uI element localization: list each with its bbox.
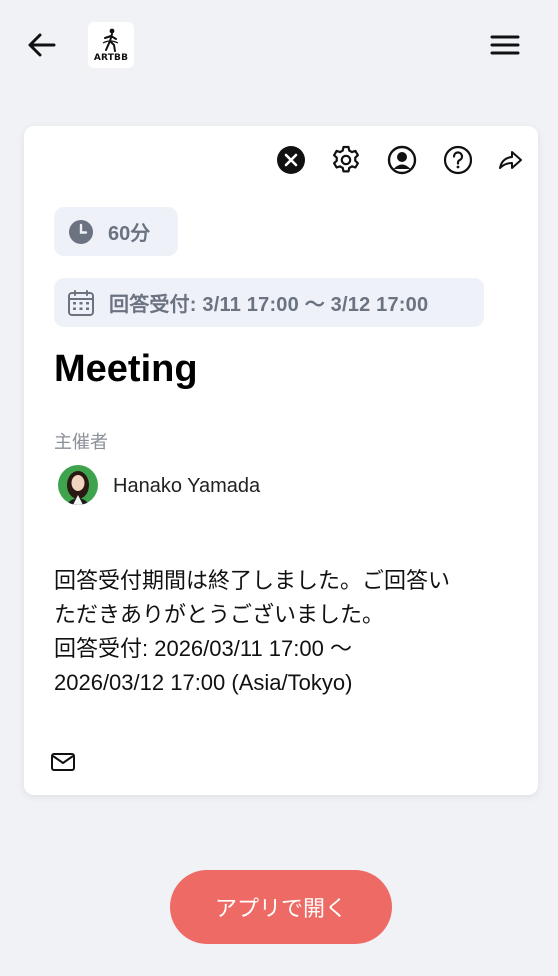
response-period-text: 回答受付: 3/11 17:00 〜 3/12 17:00 [109, 294, 429, 316]
duration-text: 60分 [108, 223, 151, 245]
organizer-name[interactable]: Hanako Yamada [113, 475, 260, 498]
logo-figure-icon [102, 28, 119, 52]
response-period-chip: 回答受付: 3/11 17:00 〜 3/12 17:00 [54, 278, 484, 327]
status-message: 回答受付期間は終了しました。ご回答い ただきありがとうございました。 回答受付:… [54, 564, 504, 700]
clock-icon [69, 219, 93, 244]
back-arrow-icon[interactable] [26, 30, 58, 60]
message-line: 回答受付: 2026/03/11 17:00 〜 [54, 636, 352, 661]
message-line: 2026/03/12 17:00 (Asia/Tokyo) [54, 670, 353, 695]
mail-icon[interactable] [50, 750, 76, 774]
share-icon[interactable] [494, 144, 526, 176]
close-icon[interactable] [275, 144, 307, 176]
hamburger-menu-icon[interactable] [490, 33, 520, 57]
duration-chip: 60分 [54, 207, 178, 256]
event-title: Meeting [54, 348, 198, 390]
message-line: ただきありがとうございました。 [54, 602, 385, 627]
help-icon[interactable] [442, 144, 474, 176]
calendar-icon [68, 289, 94, 316]
avatar[interactable] [58, 465, 98, 505]
gear-icon[interactable] [330, 144, 362, 176]
message-line: 回答受付期間は終了しました。ご回答い [54, 568, 451, 593]
top-bar: ARTBB [0, 0, 558, 90]
open-in-app-button[interactable]: アプリで開く [170, 870, 392, 944]
user-circle-icon[interactable] [386, 144, 418, 176]
organizer-label: 主催者 [54, 432, 108, 452]
app-logo[interactable]: ARTBB [88, 22, 134, 68]
logo-text: ARTBB [93, 52, 129, 63]
